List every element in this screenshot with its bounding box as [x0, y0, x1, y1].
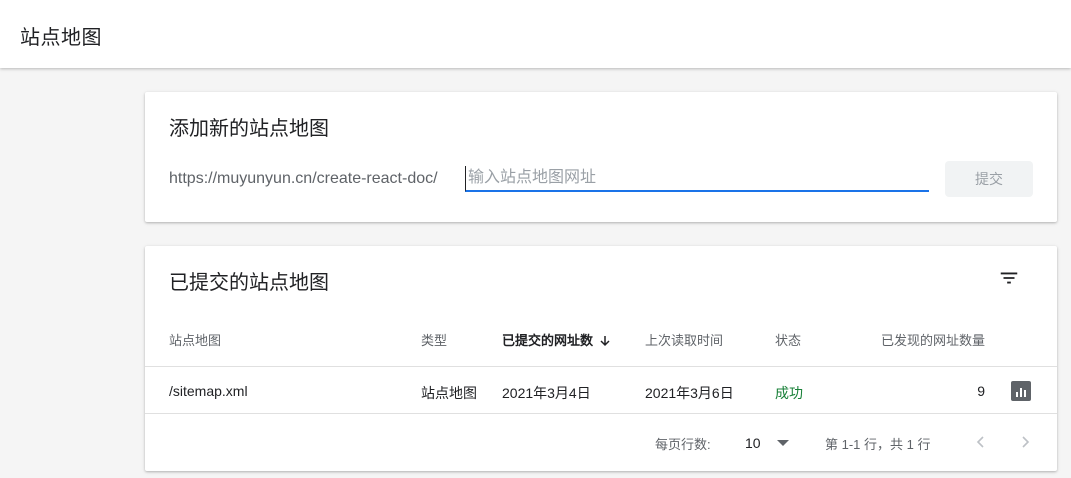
col-header-discovered[interactable]: 已发现的网址数量 [881, 330, 985, 349]
url-prefix: https://muyunyun.cn/create-react-doc/ [169, 170, 438, 187]
col-header-last-read[interactable]: 上次读取时间 [645, 330, 723, 349]
cell-discovered: 9 [977, 383, 985, 399]
add-sitemap-card: 添加新的站点地图 https://muyunyun.cn/create-reac… [145, 92, 1057, 222]
pagination-footer: 每页行数: 10 第 1-1 行，共 1 行 [145, 414, 1057, 471]
prev-page-button[interactable] [967, 428, 995, 456]
table-row[interactable]: /sitemap.xml 站点地图 2021年3月4日 2021年3月6日 成功… [145, 366, 1057, 414]
submitted-sitemaps-title: 已提交的站点地图 [169, 272, 329, 294]
rows-per-page-value: 10 [745, 435, 761, 451]
dropdown-arrow-icon [776, 440, 789, 446]
cell-sitemap: /sitemap.xml [169, 383, 248, 399]
chevron-left-icon [976, 436, 984, 448]
cell-status: 成功 [775, 385, 803, 401]
rows-per-page-select[interactable]: 10 [745, 432, 793, 454]
add-sitemap-title: 添加新的站点地图 [169, 118, 329, 140]
next-page-button[interactable] [1011, 428, 1039, 456]
submit-button[interactable]: 提交 [945, 161, 1033, 197]
cell-last-read: 2021年3月6日 [645, 385, 734, 401]
sort-down-icon [599, 335, 611, 350]
filter-icon [1000, 272, 1018, 284]
cell-submitted: 2021年3月4日 [502, 385, 591, 401]
filter-button[interactable] [993, 262, 1025, 294]
submitted-sitemaps-card: 已提交的站点地图 站点地图 类型 已提交的网址数 上次读取时间 状态 已发现的网… [145, 246, 1057, 471]
cell-type: 站点地图 [421, 385, 477, 401]
col-header-submitted-label: 已提交的网址数 [502, 333, 594, 348]
rows-per-page-label: 每页行数: [655, 437, 711, 452]
sitemap-url-input[interactable] [465, 166, 929, 192]
col-header-sitemap[interactable]: 站点地图 [169, 330, 221, 349]
col-header-status[interactable]: 状态 [775, 330, 801, 349]
page-title: 站点地图 [20, 27, 102, 49]
col-header-type[interactable]: 类型 [421, 330, 447, 349]
col-header-submitted[interactable]: 已提交的网址数 [502, 330, 611, 350]
bar-chart-icon[interactable] [1011, 381, 1031, 401]
pagination-range: 第 1-1 行，共 1 行 [825, 437, 931, 452]
chevron-right-icon [1022, 436, 1030, 448]
top-bar: 站点地图 [0, 0, 1071, 68]
